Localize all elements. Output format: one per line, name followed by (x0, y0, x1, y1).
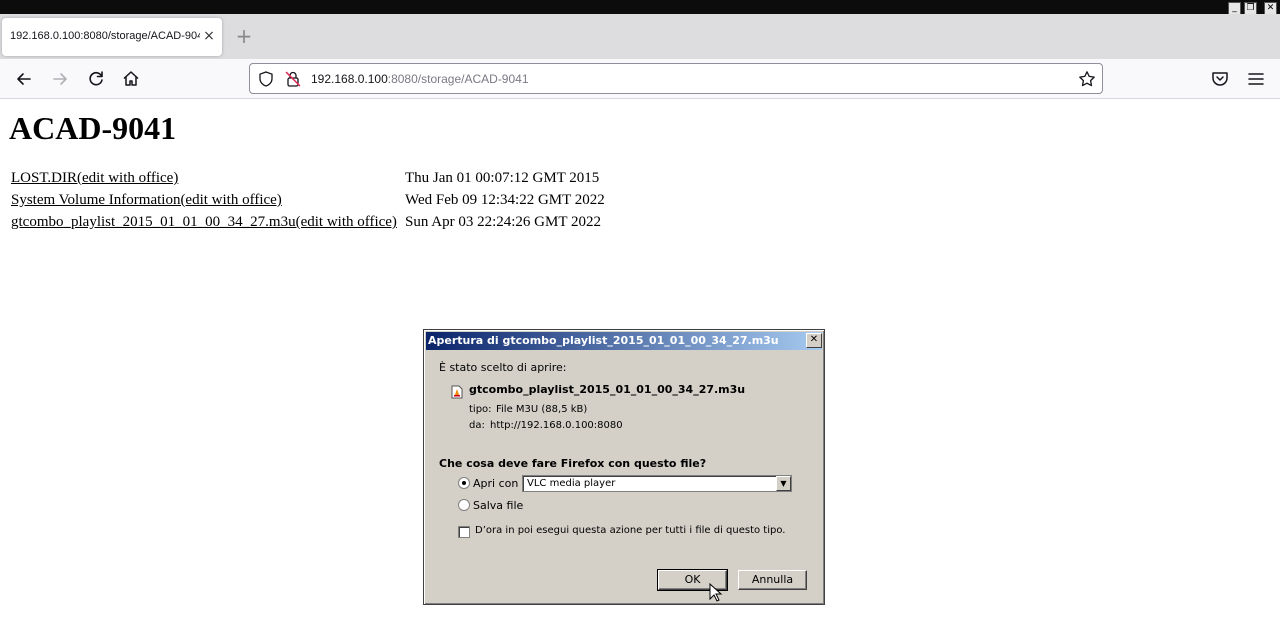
type-value: File M3U (88,5 kB) (496, 404, 588, 415)
remember-choice-label[interactable]: D’ora in poi esegui questa azione per tu… (475, 525, 785, 536)
page-title: ACAD-9041 (9, 110, 177, 146)
dialog-filename: gtcombo_playlist_2015_01_01_00_34_27.m3u (469, 383, 746, 396)
list-item: System Volume Information(edit with offi… (11, 192, 605, 209)
from-label: da: (469, 420, 485, 431)
dialog-question: Che cosa deve fare Firefox con questo fi… (439, 457, 707, 470)
bookmark-star-icon[interactable] (1078, 70, 1096, 88)
open-with-radio[interactable] (458, 477, 470, 489)
list-item: LOST.DIR(edit with office) Thu Jan 01 00… (11, 170, 599, 187)
forward-icon[interactable] (48, 67, 72, 91)
tab-title: 192.168.0.100:8080/storage/ACAD-9041 (10, 30, 200, 42)
list-item: gtcombo_playlist_2015_01_01_00_34_27.m3u… (11, 214, 601, 231)
save-file-label[interactable]: Salva file (473, 499, 523, 512)
new-tab-icon[interactable]: + (232, 24, 256, 48)
insecure-lock-icon[interactable] (284, 70, 302, 88)
type-label: tipo: (469, 404, 492, 415)
dialog-intro: È stato scelto di aprire: (439, 361, 567, 374)
url-path: :8080/storage/ACAD-9041 (387, 72, 529, 86)
dialog-title-bar[interactable]: Apertura di gtcombo_playlist_2015_01_01_… (426, 332, 822, 350)
open-with-label[interactable]: Apri con (473, 477, 518, 490)
reload-icon[interactable] (84, 67, 108, 91)
tab-close-icon[interactable]: × (201, 27, 217, 45)
dialog-close-button[interactable]: ✕ (806, 333, 822, 348)
navigation-toolbar: 192.168.0.100:8080/storage/ACAD-9041 (0, 59, 1280, 99)
application-select[interactable]: VLC media player ▼ (522, 475, 792, 492)
back-icon[interactable] (12, 67, 36, 91)
url-bar[interactable]: 192.168.0.100:8080/storage/ACAD-9041 (249, 63, 1103, 94)
mouse-cursor-icon (709, 582, 723, 603)
file-date: Thu Jan 01 00:07:12 GMT 2015 (405, 170, 600, 186)
file-link[interactable]: gtcombo_playlist_2015_01_01_00_34_27.m3u… (11, 214, 397, 230)
file-link[interactable]: System Volume Information(edit with offi… (11, 192, 282, 208)
selected-application: VLC media player (527, 478, 616, 489)
file-date: Wed Feb 09 12:34:22 GMT 2022 (405, 192, 605, 208)
from-value: http://192.168.0.100:8080 (490, 420, 623, 431)
dialog-title: Apertura di gtcombo_playlist_2015_01_01_… (428, 334, 779, 347)
save-file-radio[interactable] (458, 499, 470, 511)
file-link[interactable]: LOST.DIR(edit with office) (11, 170, 178, 186)
url-text[interactable]: 192.168.0.100:8080/storage/ACAD-9041 (311, 72, 529, 86)
home-icon[interactable] (119, 67, 143, 91)
file-date: Sun Apr 03 22:24:26 GMT 2022 (405, 214, 601, 230)
tracking-protection-shield-icon[interactable] (257, 70, 275, 88)
open-file-dialog: Apertura di gtcombo_playlist_2015_01_01_… (423, 329, 825, 605)
cancel-button[interactable]: Annulla (738, 570, 807, 590)
url-host: 192.168.0.100 (311, 72, 388, 86)
chevron-down-icon[interactable]: ▼ (776, 476, 791, 491)
pocket-icon[interactable] (1208, 67, 1232, 91)
tab-strip: 192.168.0.100:8080/storage/ACAD-9041 × + (0, 14, 1280, 59)
menu-icon[interactable] (1244, 67, 1268, 91)
window-top-bar: _ ❐ ✕ (0, 0, 1280, 15)
m3u-file-icon (451, 384, 463, 399)
remember-choice-checkbox[interactable] (458, 526, 470, 538)
browser-tab[interactable]: 192.168.0.100:8080/storage/ACAD-9041 × (2, 18, 222, 56)
